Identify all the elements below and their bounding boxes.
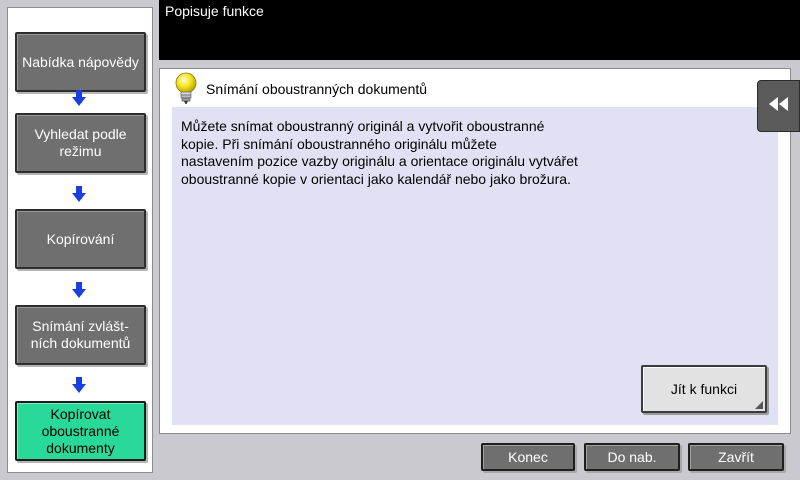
close-button[interactable]: Zavřít xyxy=(688,443,784,471)
go-to-function-button[interactable]: Jít k funkci xyxy=(641,365,767,413)
label-line: oboustranné xyxy=(41,422,120,439)
to-menu-button[interactable]: Do nab. xyxy=(584,443,680,471)
page-title: Popisuje funkce xyxy=(165,3,264,19)
nav-search-by-mode-button[interactable]: Vyhledat podle režimu xyxy=(15,113,146,173)
nav-copy-label: Kopírování xyxy=(46,230,115,247)
label-line: Vyhledat podle xyxy=(34,126,127,142)
nav-special-scan-label: Snímání zvlášt- ních dokumentů xyxy=(31,318,131,352)
nav-special-scan-button[interactable]: Snímání zvlášt- ních dokumentů xyxy=(15,305,146,365)
function-description-panel: Snímání oboustranných dokumentů Můžete s… xyxy=(159,68,791,434)
label-line: Snímání zvlášt- xyxy=(32,318,129,334)
description-line: kopie. Při snímání oboustranného originá… xyxy=(181,135,497,152)
nav-copy-button[interactable]: Kopírování xyxy=(15,209,146,269)
nav-search-by-mode-label: Vyhledat podle režimu xyxy=(34,126,126,160)
description-line: oboustranné kopie v orientaci jako kalen… xyxy=(181,170,571,187)
description-header: Snímání oboustranných dokumentů xyxy=(174,71,427,107)
description-title: Snímání oboustranných dokumentů xyxy=(206,81,428,97)
label-line: dokumenty xyxy=(46,439,115,456)
description-text: Můžete snímat oboustranný originál a vyt… xyxy=(181,118,621,188)
description-line: Můžete snímat oboustranný originál a vyt… xyxy=(181,118,545,134)
collapse-panel-button[interactable] xyxy=(757,80,800,132)
close-button-label: Zavřít xyxy=(718,449,754,465)
to-menu-button-label: Do nab. xyxy=(607,449,657,465)
nav-help-menu-button[interactable]: Nabídka nápovědy xyxy=(15,32,146,92)
arrow-down-icon xyxy=(72,377,86,393)
label-line: Kopírovat xyxy=(50,405,111,422)
label-line: režimu xyxy=(59,143,102,159)
end-button[interactable]: Konec xyxy=(481,443,575,471)
end-button-label: Konec xyxy=(508,449,548,465)
arrow-down-icon xyxy=(72,282,86,298)
go-to-function-label: Jít k funkci xyxy=(670,381,738,397)
help-navigation-panel: Nabídka nápovědy Vyhledat podle režimu K… xyxy=(7,7,153,473)
title-bar: Popisuje funkce xyxy=(159,0,800,60)
lightbulb-icon xyxy=(174,72,198,106)
description-body: Můžete snímat oboustranný originál a vyt… xyxy=(172,107,778,425)
label-line: ních dokumentů xyxy=(30,335,131,351)
nav-help-menu-label: Nabídka nápovědy xyxy=(22,53,139,70)
nav-duplex-copy-button[interactable]: Kopírovat oboustranné dokumenty xyxy=(15,401,146,461)
description-line: nastavením pozice vazby originálu a orie… xyxy=(181,153,578,169)
arrow-down-icon xyxy=(72,90,86,106)
corner-marker-icon xyxy=(755,401,763,409)
double-chevron-left-icon xyxy=(768,96,790,116)
arrow-down-icon xyxy=(72,186,86,202)
nav-duplex-copy-label: Kopírovat oboustranné dokumenty xyxy=(42,406,120,457)
